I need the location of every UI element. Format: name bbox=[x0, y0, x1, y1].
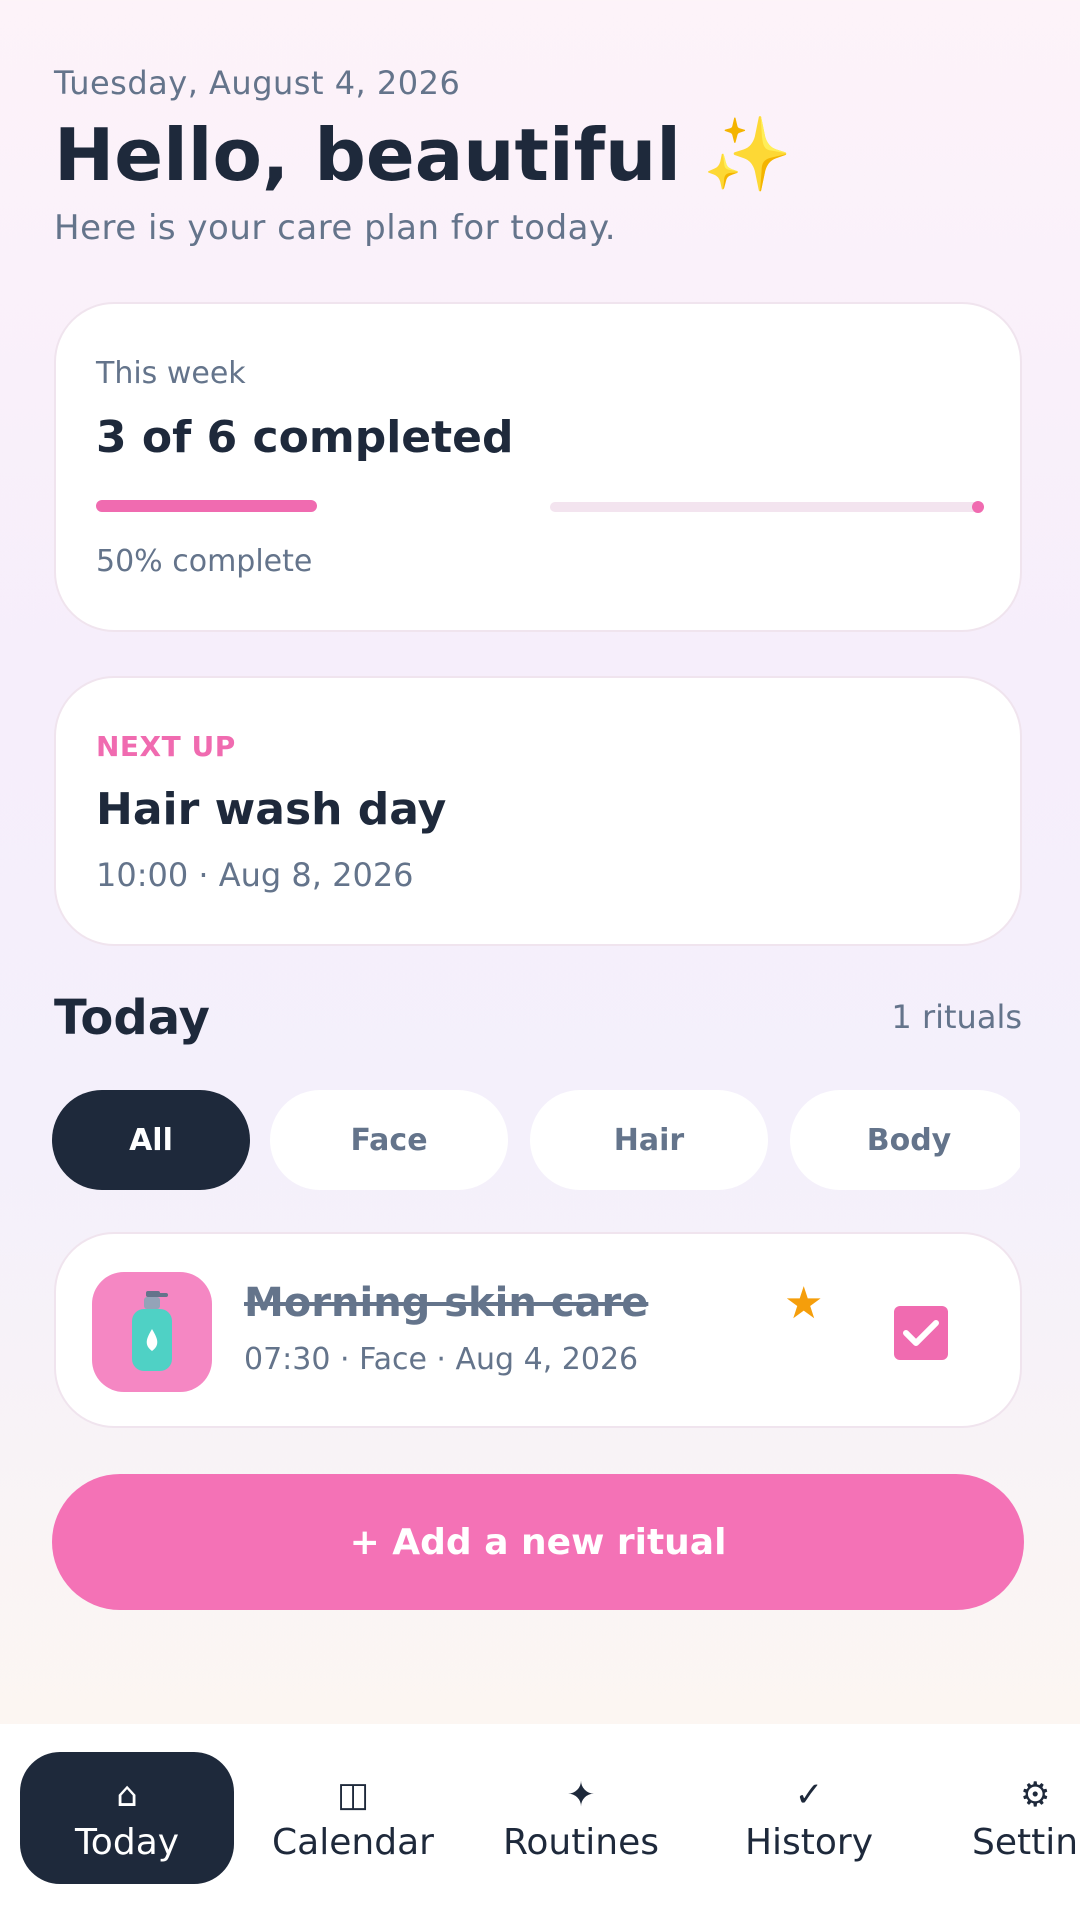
tab-label: Today bbox=[74, 1821, 180, 1863]
progress-fill bbox=[96, 500, 318, 512]
filter-chip-hair[interactable]: Hair bbox=[530, 1090, 768, 1190]
bottom-tab-bar: ⌂ Today ◫ Calendar ✦ Routines ✓ History … bbox=[0, 1724, 1080, 1920]
tab-label: Settin bbox=[972, 1821, 1079, 1863]
lotion-bottle-icon bbox=[92, 1272, 212, 1392]
greeting-heading: Hello, beautiful ✨ bbox=[54, 112, 793, 197]
gear-icon: ⚙ bbox=[1020, 1774, 1051, 1815]
greeting-text: Hello, beautiful bbox=[54, 112, 681, 197]
ritual-meta: 07:30 · Face · Aug 4, 2026 bbox=[244, 1342, 639, 1377]
next-up-title: Hair wash day bbox=[96, 784, 447, 835]
sparkle-icon: ✦ bbox=[566, 1774, 596, 1815]
week-progress-bar bbox=[96, 500, 984, 513]
next-up-card[interactable]: NEXT UP Hair wash day 10:00 · Aug 8, 202… bbox=[54, 676, 1022, 946]
calendar-icon: ◫ bbox=[336, 1774, 370, 1815]
tab-calendar[interactable]: ◫ Calendar bbox=[246, 1752, 460, 1884]
weekly-progress-card: This week 3 of 6 completed 50% complete bbox=[54, 302, 1022, 632]
week-label: This week bbox=[96, 356, 246, 391]
today-screen: Tuesday, August 4, 2026 Hello, beautiful… bbox=[0, 0, 1080, 1920]
tab-label: Calendar bbox=[272, 1821, 434, 1863]
ritual-done-checkbox[interactable] bbox=[894, 1306, 948, 1360]
check-icon: ✓ bbox=[794, 1774, 824, 1815]
tab-history[interactable]: ✓ History bbox=[702, 1752, 916, 1884]
greeting-subtitle: Here is your care plan for today. bbox=[54, 208, 617, 248]
favorite-star-icon[interactable]: ★ bbox=[784, 1278, 823, 1329]
tab-today[interactable]: ⌂ Today bbox=[20, 1752, 234, 1884]
filter-chip-body[interactable]: Body bbox=[790, 1090, 1020, 1190]
ritual-card-morning-skin-care[interactable]: Morning skin care 07:30 · Face · Aug 4, … bbox=[54, 1232, 1022, 1428]
sparkles-icon: ✨ bbox=[702, 112, 793, 196]
tab-routines[interactable]: ✦ Routines bbox=[474, 1752, 688, 1884]
tab-settings[interactable]: ⚙ Settin bbox=[952, 1752, 1080, 1884]
home-icon: ⌂ bbox=[116, 1774, 138, 1815]
next-up-eyebrow: NEXT UP bbox=[96, 730, 236, 763]
filter-chip-all[interactable]: All bbox=[52, 1090, 250, 1190]
add-ritual-button[interactable]: + Add a new ritual bbox=[52, 1474, 1024, 1610]
progress-track bbox=[550, 502, 984, 512]
filter-chip-face[interactable]: Face bbox=[270, 1090, 508, 1190]
ritual-name: Morning skin care bbox=[244, 1280, 649, 1326]
week-percent-label: 50% complete bbox=[96, 544, 313, 579]
tab-label: Routines bbox=[502, 1821, 660, 1863]
filter-chips: All Face Hair Body bbox=[52, 1090, 1020, 1190]
current-date: Tuesday, August 4, 2026 bbox=[54, 64, 461, 102]
tab-label: History bbox=[744, 1821, 874, 1863]
checkmark-icon bbox=[903, 1320, 939, 1346]
today-section-title: Today bbox=[54, 990, 210, 1046]
next-up-time: 10:00 · Aug 8, 2026 bbox=[96, 856, 414, 894]
week-summary: 3 of 6 completed bbox=[96, 412, 514, 463]
progress-end-dot bbox=[972, 501, 984, 513]
rituals-count: 1 rituals bbox=[891, 998, 1022, 1036]
